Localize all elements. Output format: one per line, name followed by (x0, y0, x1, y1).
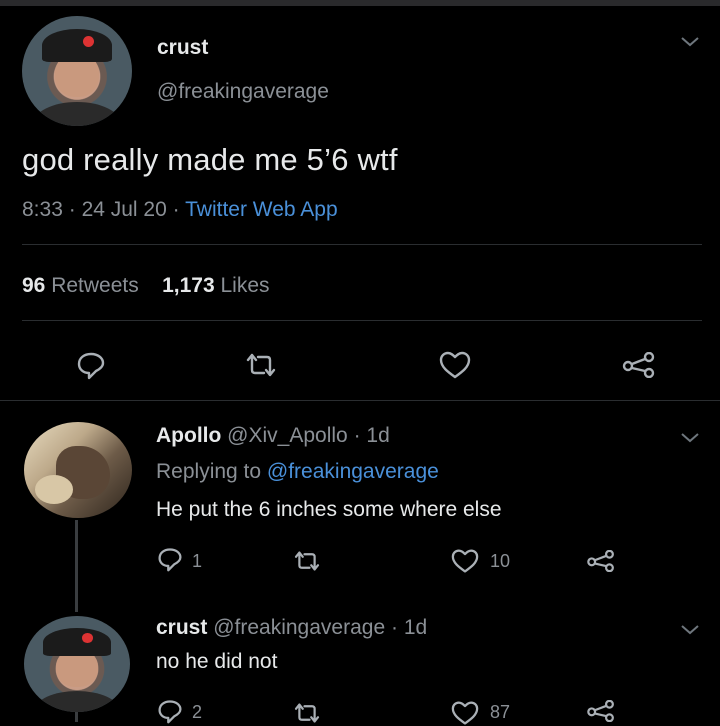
replying-to: Replying to @freakingaverage (156, 460, 439, 484)
reply-header: crust @freakingaverage · 1d (156, 616, 427, 640)
reply-icon[interactable] (157, 698, 183, 724)
reply-handle[interactable]: @Xiv_Apollo (227, 424, 348, 447)
likes-label: Likes (220, 274, 270, 297)
like-icon[interactable] (450, 548, 480, 574)
retweets-stat[interactable]: 96 Retweets (22, 274, 139, 297)
retweet-icon[interactable] (244, 352, 278, 378)
avatar[interactable] (24, 422, 132, 518)
main-tweet: crust @freakingaverage god really made m… (0, 6, 720, 401)
tweet-stats: 96 Retweets 1,173 Likes (22, 274, 270, 298)
tweet-date[interactable]: 24 Jul 20 (82, 198, 167, 221)
reply-separator: · (353, 424, 361, 447)
likes-count: 1,173 (162, 274, 215, 297)
avatar-cap (43, 627, 111, 657)
tweet-text: god really made me 5’6 wtf (22, 142, 398, 177)
replying-to-handle[interactable]: @freakingaverage (267, 460, 439, 483)
reply-icon[interactable] (157, 546, 183, 572)
replying-prefix: Replying to (156, 460, 262, 483)
thread-line (75, 520, 78, 612)
likes-stat[interactable]: 1,173 Likes (162, 274, 269, 297)
share-icon[interactable] (622, 352, 656, 378)
avatar-cap-logo (82, 35, 94, 47)
share-icon[interactable] (586, 550, 616, 572)
retweets-label: Retweets (51, 274, 139, 297)
reply-display-name[interactable]: Apollo (156, 424, 221, 447)
tweet-meta: 8:33 · 24 Jul 20 · Twitter Web App (22, 198, 338, 222)
display-name[interactable]: crust (157, 36, 208, 60)
chevron-down-icon[interactable] (680, 432, 700, 446)
reply-count: 2 (192, 702, 203, 722)
avatar-shirt (34, 690, 120, 712)
reply-separator: · (390, 616, 398, 639)
chevron-down-icon[interactable] (680, 624, 700, 638)
retweet-icon[interactable] (292, 550, 322, 572)
tweet-time[interactable]: 8:33 (22, 198, 63, 221)
meta-separator: · (68, 198, 76, 221)
reply-header: Apollo @Xiv_Apollo · 1d (156, 424, 390, 448)
reply-count: 1 (192, 551, 203, 571)
reply-icon[interactable] (76, 350, 106, 380)
avatar[interactable] (22, 16, 132, 126)
reply-handle[interactable]: @freakingaverage (213, 616, 385, 639)
retweet-icon[interactable] (292, 702, 322, 724)
tweet-actions (0, 346, 720, 386)
chevron-down-icon[interactable] (680, 36, 700, 50)
retweets-count: 96 (22, 274, 46, 297)
share-icon[interactable] (586, 700, 616, 722)
reply-age[interactable]: 1d (366, 424, 389, 447)
like-count: 10 (490, 551, 511, 571)
divider (22, 320, 702, 321)
reply-display-name[interactable]: crust (156, 616, 207, 639)
avatar-cap-logo (82, 633, 93, 643)
tweet-source[interactable]: Twitter Web App (185, 198, 338, 221)
avatar-shape (34, 474, 73, 504)
avatar-cap (41, 29, 113, 63)
divider (0, 400, 720, 401)
reply-text: He put the 6 inches some where else (156, 498, 502, 521)
divider (22, 244, 702, 245)
handle[interactable]: @freakingaverage (157, 80, 329, 104)
reply-age[interactable]: 1d (404, 616, 427, 639)
like-count: 87 (490, 702, 511, 722)
meta-separator: · (172, 198, 180, 221)
avatar[interactable] (24, 616, 130, 712)
thread-line (75, 712, 78, 722)
avatar-shirt (33, 101, 121, 126)
like-icon[interactable] (450, 700, 480, 726)
reply-text: no he did not (156, 650, 278, 673)
like-icon[interactable] (438, 350, 472, 380)
